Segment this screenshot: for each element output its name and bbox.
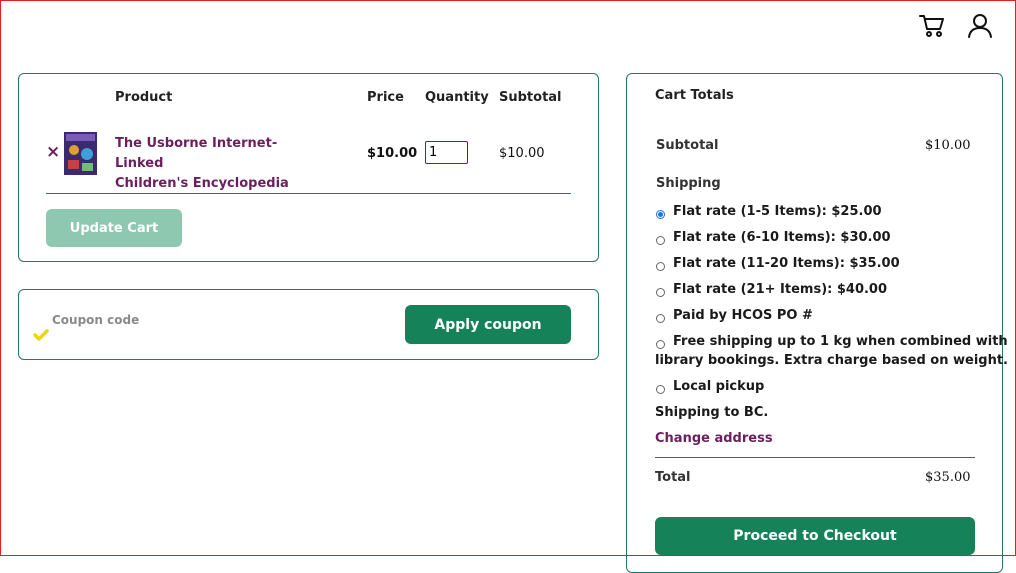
quantity-input[interactable] xyxy=(425,141,468,164)
header-product: Product xyxy=(115,90,173,105)
shipping-option-flat-11-20-radio[interactable] xyxy=(656,262,665,271)
shipping-option-flat-21-plus: Flat rate (21+ Items): $40.00 xyxy=(673,282,888,297)
item-subtotal: $10.00 xyxy=(499,146,545,161)
item-price: $10.00 xyxy=(367,146,418,161)
header-subtotal: Subtotal xyxy=(499,90,562,105)
coupon-panel: Coupon code Apply coupon xyxy=(18,289,599,360)
cart-table-panel: Product Price Quantity Subtotal × The Us… xyxy=(18,73,599,262)
remove-item-icon[interactable]: × xyxy=(46,142,60,162)
product-name-link[interactable]: The Usborne Internet-Linked Children's E… xyxy=(115,134,315,194)
shipping-option-flat-11-20: Flat rate (11-20 Items): $35.00 xyxy=(673,256,900,271)
cart-icon[interactable] xyxy=(918,11,946,39)
table-divider xyxy=(46,193,571,194)
shipping-option-hcos-po-radio[interactable] xyxy=(656,314,665,323)
shipping-option-free-line2: library bookings. Extra charge based on … xyxy=(655,353,1008,368)
change-address-link[interactable]: Change address xyxy=(655,431,773,446)
checkmark-icon xyxy=(33,329,49,341)
update-cart-button[interactable]: Update Cart xyxy=(46,209,182,247)
subtotal-value: $10.00 xyxy=(925,138,971,153)
total-value: $35.00 xyxy=(925,470,971,485)
shipping-option-free: Free shipping up to 1 kg when combined w… xyxy=(673,334,1008,349)
proceed-to-checkout-button[interactable]: Proceed to Checkout xyxy=(655,517,975,555)
coupon-code-input[interactable]: Coupon code xyxy=(52,313,139,327)
shipping-option-flat-21-plus-radio[interactable] xyxy=(656,288,665,297)
book-cover-thumbnail[interactable] xyxy=(64,132,97,175)
header-price: Price xyxy=(367,90,404,105)
header-quantity: Quantity xyxy=(425,90,489,105)
shipping-destination: Shipping to BC. xyxy=(655,405,769,420)
shipping-option-flat-6-10: Flat rate (6-10 Items): $30.00 xyxy=(673,230,891,245)
shipping-option-hcos-po: Paid by HCOS PO # xyxy=(673,308,813,323)
total-label: Total xyxy=(655,470,691,485)
shipping-option-local-pickup: Local pickup xyxy=(673,379,765,394)
shipping-option-flat-1-5: Flat rate (1-5 Items): $25.00 xyxy=(673,204,882,219)
apply-coupon-button[interactable]: Apply coupon xyxy=(405,305,571,344)
shipping-option-free-radio[interactable] xyxy=(656,340,665,349)
shipping-option-flat-1-5-radio[interactable] xyxy=(656,210,665,219)
subtotal-label: Subtotal xyxy=(656,138,719,153)
totals-divider xyxy=(655,457,975,458)
user-icon[interactable] xyxy=(966,11,994,39)
shipping-option-local-pickup-radio[interactable] xyxy=(656,385,665,394)
shipping-label: Shipping xyxy=(656,176,721,191)
cart-totals-title: Cart Totals xyxy=(655,88,734,103)
shipping-option-flat-6-10-radio[interactable] xyxy=(656,236,665,245)
cart-totals-panel: Cart Totals Subtotal $10.00 Shipping Fla… xyxy=(626,73,1008,573)
